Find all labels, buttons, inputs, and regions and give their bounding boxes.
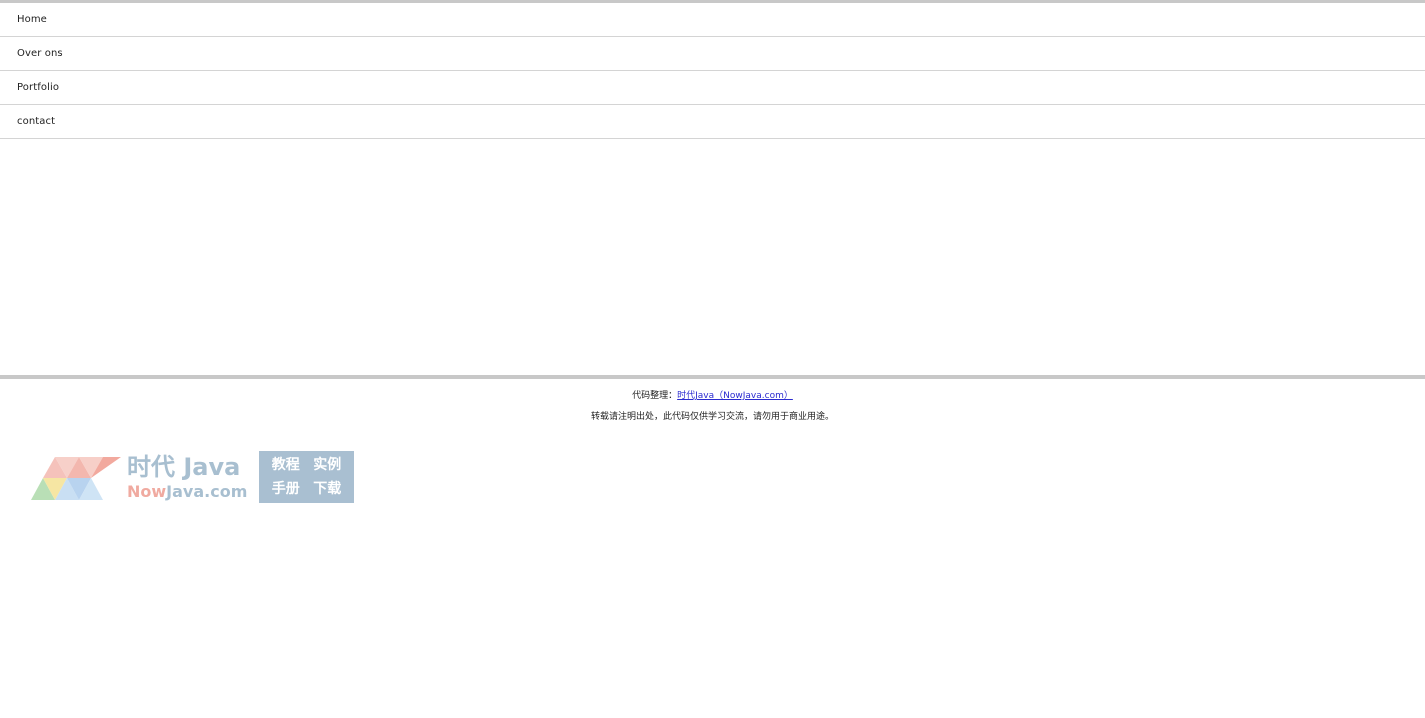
credit-notice: 转载请注明出处，此代码仅供学习交流，请勿用于商业用途。 [590,412,834,422]
nav-item-home[interactable]: Home [0,3,1425,37]
logo-badge-manual: 手册 [271,481,300,497]
nav-list: Home Over ons Portfolio contact [0,3,1425,139]
footer-rule [0,375,1425,379]
nav-link-portfolio[interactable]: Portfolio [17,82,59,93]
logo-triangles-icon [31,457,121,500]
logo-badge: 教程 实例 手册 下载 [259,451,354,503]
logo-badge-download: 下载 [313,481,342,497]
logo-domain: NowJava.com [127,482,247,502]
logo-title: 时代 Java [127,453,241,481]
logo-domain-now: Now [127,482,167,501]
nowjava-logo[interactable]: 时代 Java NowJava.com 教程 实例 手册 下载 [31,451,355,504]
main-nav: Home Over ons Portfolio contact [0,3,1425,139]
credit-line: 代码整理：时代Java（NowJava.com） [0,388,1425,401]
nav-link-home[interactable]: Home [17,14,47,25]
nav-item-contact[interactable]: contact [0,105,1425,139]
nav-link-over-ons[interactable]: Over ons [17,48,63,59]
credit-link[interactable]: 时代Java（NowJava.com） [677,391,793,401]
logo-badge-examples: 实例 [313,457,342,473]
logo-badge-tutorial: 教程 [271,457,300,473]
logo-domain-rest: Java.com [166,482,248,501]
nav-item-over-ons[interactable]: Over ons [0,37,1425,71]
nav-item-portfolio[interactable]: Portfolio [0,71,1425,105]
nav-link-contact[interactable]: contact [17,116,55,127]
credit-prefix: 代码整理： [632,391,678,401]
